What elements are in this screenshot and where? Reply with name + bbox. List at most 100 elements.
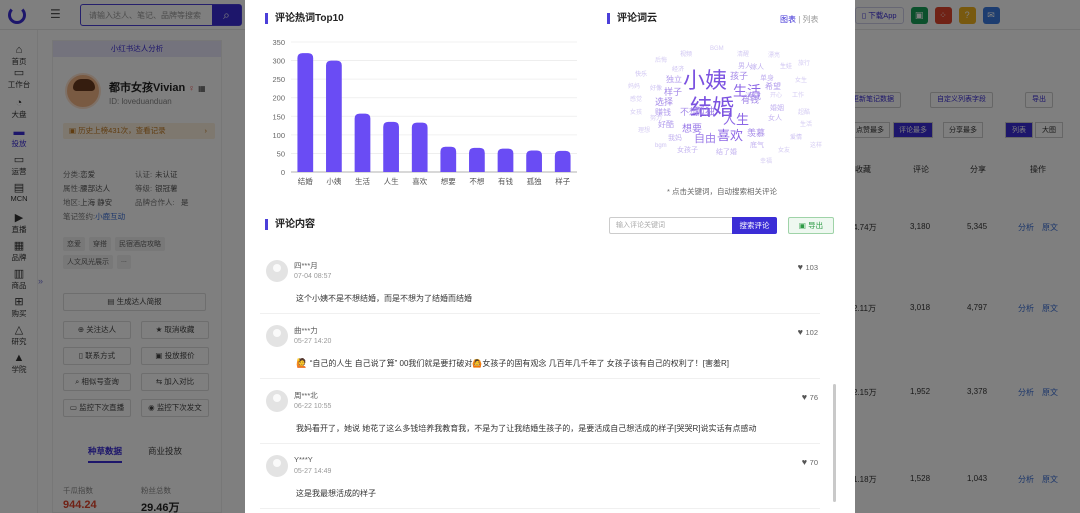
- cloud-word[interactable]: 想要: [682, 125, 702, 135]
- bar-结婚[interactable]: [297, 53, 314, 173]
- comment-list: 四***月 07-04 08:57 这个小姨不是不想结婚，而是不想为了结婚而结婚 ♥ …: [260, 250, 830, 513]
- cloud-word[interactable]: 嫁人: [750, 64, 764, 71]
- cloud-word[interactable]: 漂亮: [768, 53, 780, 59]
- cloud-word[interactable]: 女孩子: [677, 147, 698, 154]
- bar-样子[interactable]: [554, 150, 571, 172]
- comment-item: 四***月 07-04 08:57 这个小姨不是不想结婚，而是不想为了结婚而结婚 ♥ …: [260, 250, 820, 314]
- comment-username[interactable]: 曲***力: [294, 325, 318, 336]
- cloud-word[interactable]: 生娃: [780, 64, 792, 70]
- cloud-word[interactable]: 样子: [664, 88, 682, 97]
- like-count[interactable]: ♥ 102: [798, 327, 818, 337]
- hotwords-bar-chart: 0 50 100 150 200 250 300 350 结婚 小姨 生活 人生 喜欢 想要 不想 有钱 孤独 样…: [272, 38, 577, 186]
- cloud-word[interactable]: 不想: [680, 108, 698, 117]
- cloud-word[interactable]: 超酷: [798, 110, 810, 116]
- toggle-list[interactable]: 列表: [803, 15, 819, 24]
- comment-username[interactable]: 周***北: [294, 390, 318, 401]
- bar-人生[interactable]: [383, 121, 399, 172]
- cloud-word[interactable]: 自由: [694, 134, 716, 145]
- comment-scrollbar[interactable]: [833, 384, 836, 502]
- cloud-word[interactable]: 快乐: [635, 72, 647, 78]
- x-tick-label: 生活: [355, 176, 370, 186]
- cloud-word[interactable]: 女生: [795, 78, 807, 84]
- comment-text: 这是我最想活成的样子: [296, 488, 376, 499]
- cloud-word[interactable]: 好酷: [658, 121, 674, 129]
- toggle-chart[interactable]: 图表: [780, 15, 796, 24]
- cloud-word[interactable]: 单身: [760, 75, 774, 82]
- x-tick-label: 小姨: [326, 176, 341, 186]
- x-tick-label: 人生: [384, 176, 399, 186]
- cloud-word[interactable]: 小姨: [683, 70, 727, 92]
- cloud-word[interactable]: 这样: [810, 143, 822, 149]
- cloud-word[interactable]: 幸福: [760, 159, 772, 165]
- bar-不想[interactable]: [469, 147, 485, 172]
- cloud-word[interactable]: 后悔: [655, 58, 667, 64]
- comment-search-button[interactable]: 搜索评论: [732, 217, 777, 234]
- like-count[interactable]: ♥ 103: [798, 262, 818, 272]
- cloud-word[interactable]: 旅行: [798, 61, 810, 67]
- cloud-word[interactable]: 工作: [792, 93, 804, 99]
- like-number: 103: [805, 263, 818, 272]
- avatar: [266, 455, 288, 477]
- cloud-word[interactable]: 羡慕: [747, 129, 765, 138]
- bar-喜欢[interactable]: [411, 122, 428, 172]
- export-button[interactable]: ▣ 导出: [788, 217, 834, 234]
- like-count[interactable]: ♥ 76: [802, 392, 818, 402]
- comment-username[interactable]: 四***月: [294, 260, 318, 271]
- comment-username[interactable]: Y***Y: [294, 455, 313, 464]
- comment-time: 05-27 14:20: [294, 338, 332, 345]
- cloud-word[interactable]: 女友: [778, 148, 790, 154]
- cloud-word[interactable]: 选择: [655, 98, 673, 107]
- cloud-word[interactable]: 女人: [768, 115, 782, 122]
- cloud-word[interactable]: 人生: [723, 113, 749, 126]
- like-count[interactable]: ♥ 70: [802, 457, 818, 467]
- cloud-word[interactable]: 希望: [765, 83, 781, 91]
- cloud-word[interactable]: bgm: [655, 143, 667, 149]
- toggle-separator: |: [798, 15, 801, 24]
- cloud-word[interactable]: 妈妈: [628, 84, 640, 90]
- bar-有钱[interactable]: [497, 148, 514, 172]
- comment-item: 周***北 06-22 10:55 我妈看开了，她说 她花了这么多钱培养我教育我，不…: [260, 380, 820, 444]
- cloud-word[interactable]: 好像: [650, 86, 662, 92]
- cloud-word[interactable]: 孩子: [730, 72, 748, 81]
- hotwords-title: 评论热词Top10: [265, 13, 344, 24]
- cloud-word[interactable]: 结了婚: [716, 149, 737, 156]
- bar-想要[interactable]: [440, 146, 457, 172]
- cloud-word[interactable]: 底气: [750, 142, 764, 149]
- cloud-word[interactable]: 视频: [680, 52, 692, 58]
- bar-孤独[interactable]: [526, 150, 542, 172]
- cloud-word[interactable]: 爱情: [790, 135, 802, 141]
- cloud-word[interactable]: 独立: [666, 76, 682, 84]
- cloud-word[interactable]: 女孩: [630, 110, 642, 116]
- like-number: 76: [809, 393, 818, 402]
- cloud-word[interactable]: 喜欢: [717, 129, 743, 142]
- cloud-word[interactable]: 感觉: [630, 97, 642, 103]
- comment-text: 这个小姨不是不想结婚，而是不想为了结婚而结婚: [296, 293, 472, 304]
- comment-item: 曲***力 05-27 14:20 🙋 “自己的人生 自己说了算” 00我们就是要打…: [260, 315, 820, 379]
- bar-生活[interactable]: [354, 113, 371, 172]
- x-tick-label: 结婚: [298, 176, 313, 186]
- cloud-word[interactable]: 我妈: [668, 135, 682, 142]
- y-tick-label: 0: [281, 168, 285, 177]
- bar-小姨[interactable]: [326, 60, 342, 173]
- cloud-word[interactable]: 生活: [800, 122, 812, 128]
- cloud-word[interactable]: 男人: [738, 63, 752, 70]
- avatar: [266, 390, 288, 412]
- cloud-note: * 点击关键词，自动搜索相关评论: [667, 187, 778, 196]
- cloud-word[interactable]: 理想: [638, 128, 650, 134]
- comment-search-input[interactable]: [609, 217, 733, 234]
- wordcloud-title: 评论词云: [607, 13, 657, 24]
- cloud-word[interactable]: BGM: [710, 46, 724, 52]
- comment-time: 05-27 14:49: [294, 468, 332, 475]
- comment-text-content: 这个小姨不是不想结婚，而是不想为了结婚而结婚: [296, 294, 472, 303]
- y-tick-label: 150: [272, 112, 285, 121]
- view-toggle: 图表 | 列表: [780, 14, 819, 25]
- comments-title: 评论内容: [265, 219, 315, 230]
- cloud-word[interactable]: 努力: [650, 116, 662, 122]
- cloud-word[interactable]: 开心: [770, 93, 782, 99]
- comment-time: 07-04 08:57: [294, 273, 332, 280]
- cloud-word[interactable]: 清醒: [737, 52, 749, 58]
- x-tick-label: 孤独: [527, 176, 543, 186]
- cloud-word[interactable]: 婚姻: [770, 105, 784, 112]
- cloud-word[interactable]: 经济: [672, 67, 684, 73]
- cloud-word[interactable]: 活成: [745, 93, 761, 101]
